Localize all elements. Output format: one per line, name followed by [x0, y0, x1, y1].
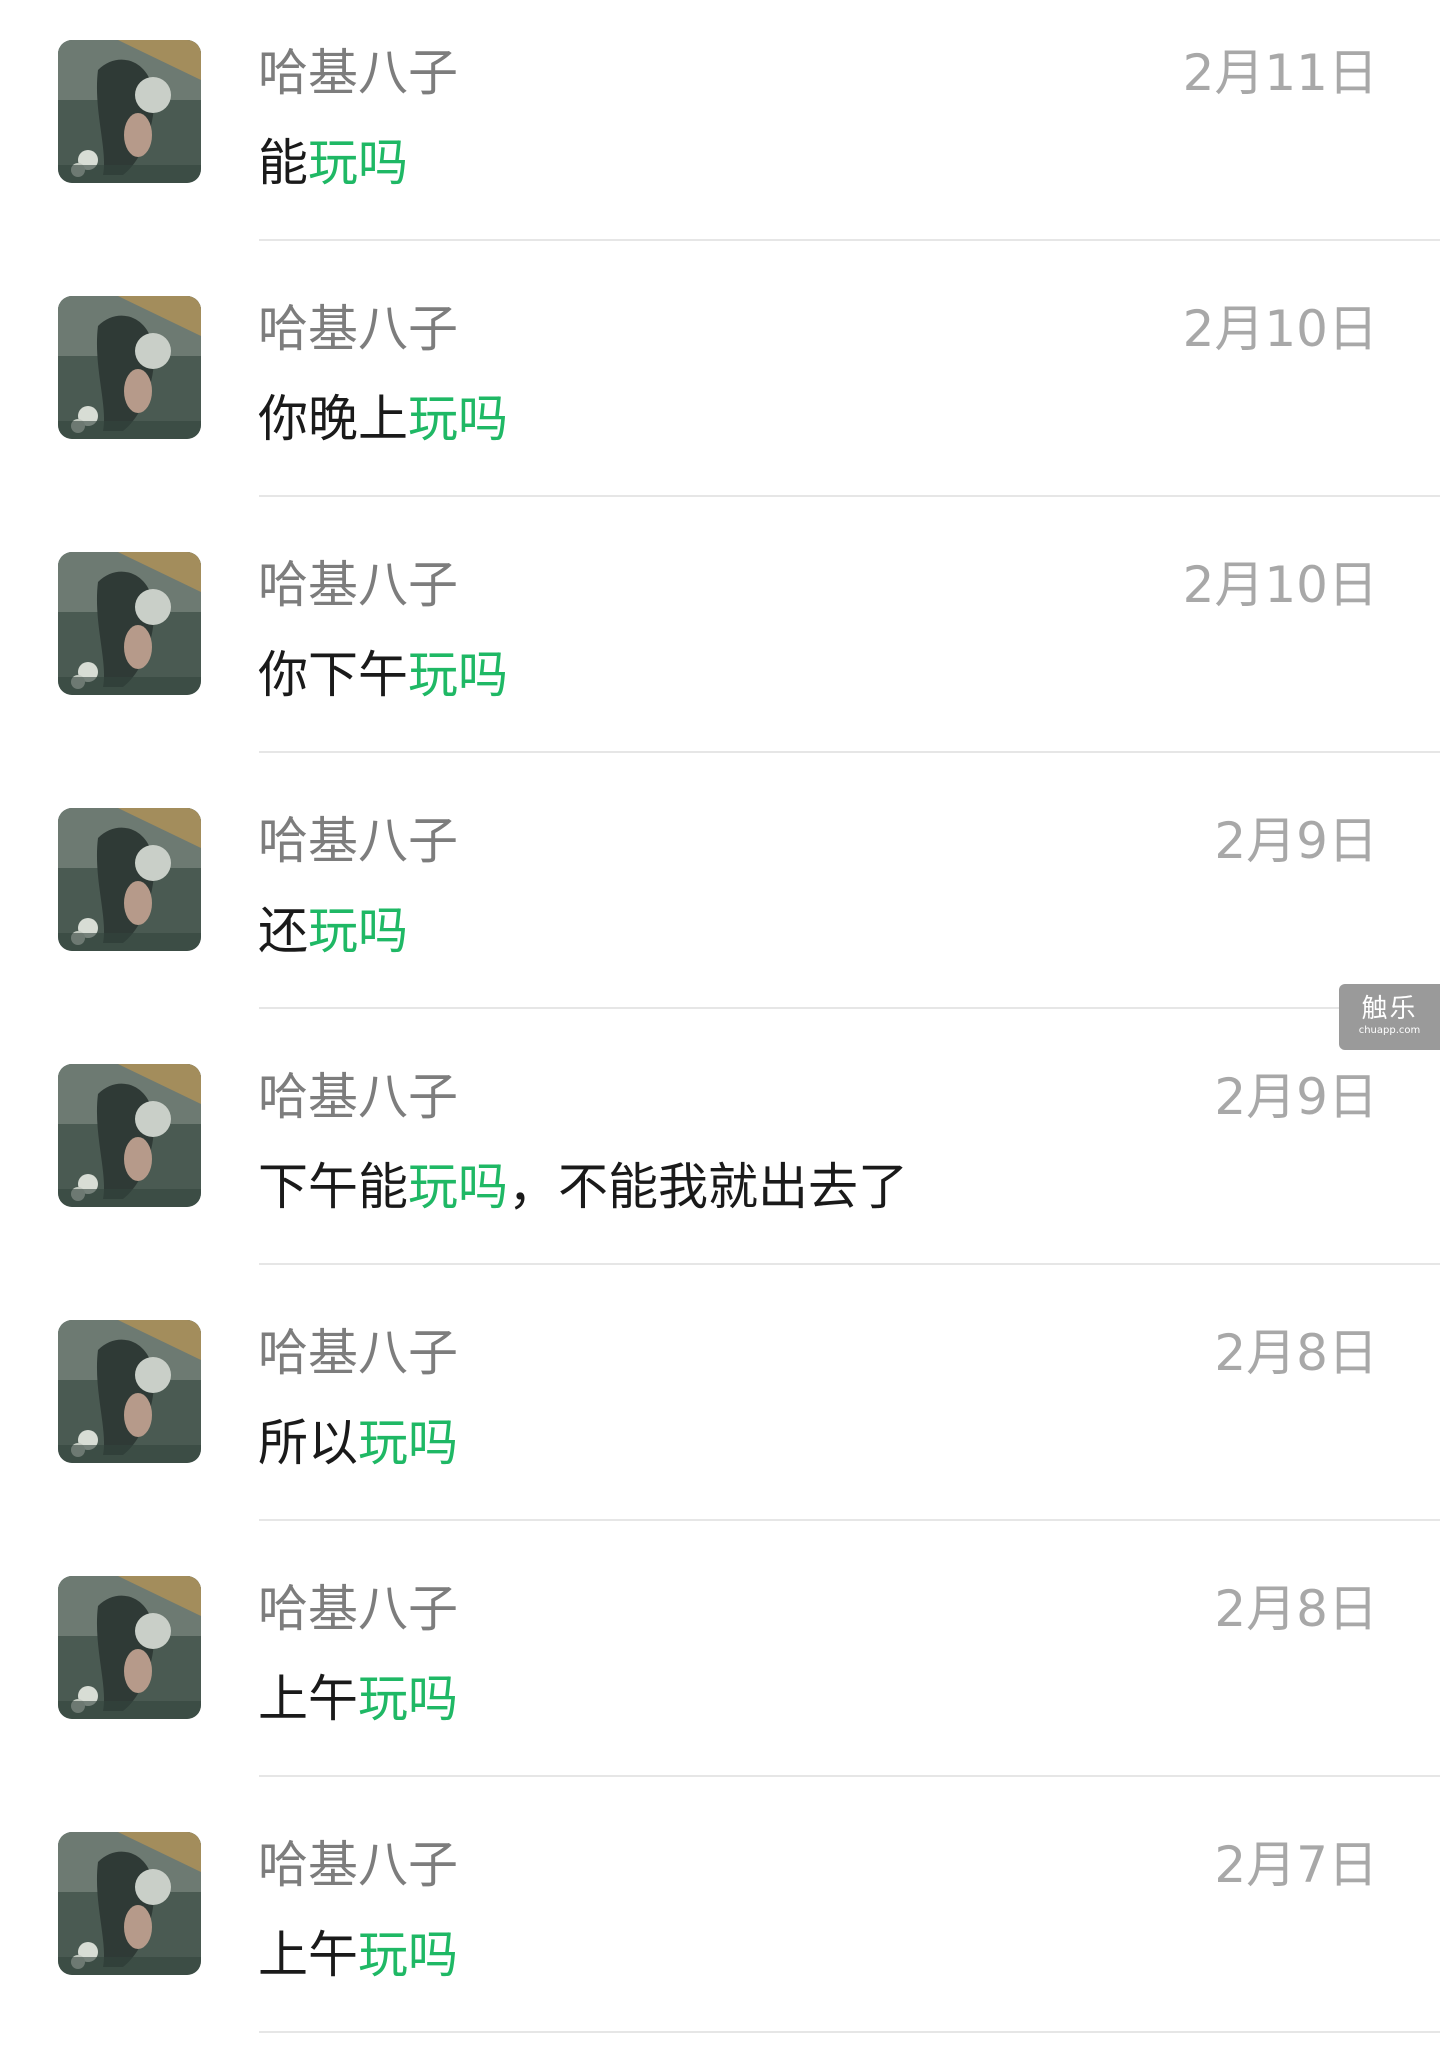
message-preview: 下午能玩吗，不能我就出去了 [258, 1154, 908, 1220]
watermark-url: chuapp.com [1358, 1025, 1421, 1036]
avatar[interactable] [58, 552, 201, 695]
message-preview: 所以玩吗 [258, 1410, 458, 1476]
message-row[interactable]: 哈基八子 2月10日 你晚上玩吗 [0, 256, 1440, 512]
search-highlight: 玩吗 [408, 646, 508, 704]
message-date: 2月8日 [1214, 1580, 1378, 1638]
message-row[interactable]: 哈基八子 2月11日 能玩吗 [0, 0, 1440, 256]
row-divider [259, 1775, 1440, 1777]
message-preview: 还玩吗 [258, 898, 408, 964]
avatar-image [58, 1832, 201, 1975]
message-preview: 你晚上玩吗 [258, 386, 508, 452]
message-text: 所以 [258, 1414, 358, 1472]
avatar[interactable] [58, 1064, 201, 1207]
message-preview: 能玩吗 [258, 130, 408, 196]
avatar[interactable] [58, 40, 201, 183]
message-text: 能 [258, 134, 308, 192]
contact-name: 哈基八子 [258, 44, 458, 102]
avatar-image [58, 808, 201, 951]
contact-name: 哈基八子 [258, 1580, 458, 1638]
avatar[interactable] [58, 1576, 201, 1719]
message-date: 2月9日 [1214, 812, 1378, 870]
contact-name: 哈基八子 [258, 1324, 458, 1382]
contact-name: 哈基八子 [258, 1836, 458, 1894]
message-date: 2月8日 [1214, 1324, 1378, 1382]
search-highlight: 玩吗 [408, 390, 508, 448]
chuapp-watermark: 触乐 chuapp.com [1339, 984, 1440, 1050]
search-highlight: 玩吗 [358, 1670, 458, 1728]
message-date: 2月7日 [1214, 1836, 1378, 1894]
message-text: 上午 [258, 1670, 358, 1728]
search-highlight: 玩吗 [358, 1414, 458, 1472]
message-date: 2月11日 [1182, 44, 1378, 102]
search-highlight: 玩吗 [308, 134, 408, 192]
message-row[interactable]: 哈基八子 2月10日 你下午玩吗 [0, 512, 1440, 768]
search-highlight: 玩吗 [358, 1926, 458, 1984]
message-text: 上午 [258, 1926, 358, 1984]
message-text: 下午能 [258, 1158, 408, 1216]
avatar-image [58, 552, 201, 695]
row-divider [259, 2031, 1440, 2033]
avatar[interactable] [58, 296, 201, 439]
contact-name: 哈基八子 [258, 1068, 458, 1126]
message-preview: 上午玩吗 [258, 1922, 458, 1988]
row-divider [259, 239, 1440, 241]
row-divider [259, 1007, 1440, 1009]
search-highlight: 玩吗 [308, 902, 408, 960]
avatar-image [58, 1320, 201, 1463]
message-text: 还 [258, 902, 308, 960]
message-row[interactable]: 哈基八子 2月7日 上午玩吗 [0, 1792, 1440, 2048]
message-preview: 你下午玩吗 [258, 642, 508, 708]
avatar[interactable] [58, 1832, 201, 1975]
message-date: 2月9日 [1214, 1068, 1378, 1126]
avatar-image [58, 1064, 201, 1207]
row-divider [259, 751, 1440, 753]
search-highlight: 玩吗 [408, 1158, 508, 1216]
search-results-list: 哈基八子 2月11日 能玩吗 哈基八子 2月10日 你晚上玩吗 哈基八子 2月1… [0, 0, 1440, 2048]
avatar[interactable] [58, 808, 201, 951]
message-date: 2月10日 [1182, 556, 1378, 614]
avatar-image [58, 1576, 201, 1719]
row-divider [259, 495, 1440, 497]
message-text: 你下午 [258, 646, 408, 704]
avatar-image [58, 40, 201, 183]
message-row[interactable]: 哈基八子 2月8日 所以玩吗 [0, 1280, 1440, 1536]
message-row[interactable]: 哈基八子 2月9日 下午能玩吗，不能我就出去了 [0, 1024, 1440, 1280]
message-date: 2月10日 [1182, 300, 1378, 358]
row-divider [259, 1263, 1440, 1265]
contact-name: 哈基八子 [258, 556, 458, 614]
row-divider [259, 1519, 1440, 1521]
avatar[interactable] [58, 1320, 201, 1463]
message-preview: 上午玩吗 [258, 1666, 458, 1732]
message-text: 你晚上 [258, 390, 408, 448]
message-row[interactable]: 哈基八子 2月9日 还玩吗 [0, 768, 1440, 1024]
message-text-tail: ，不能我就出去了 [508, 1158, 908, 1216]
watermark-logo-text: 触乐 [1361, 994, 1418, 1024]
contact-name: 哈基八子 [258, 812, 458, 870]
message-row[interactable]: 哈基八子 2月8日 上午玩吗 [0, 1536, 1440, 1792]
contact-name: 哈基八子 [258, 300, 458, 358]
avatar-image [58, 296, 201, 439]
